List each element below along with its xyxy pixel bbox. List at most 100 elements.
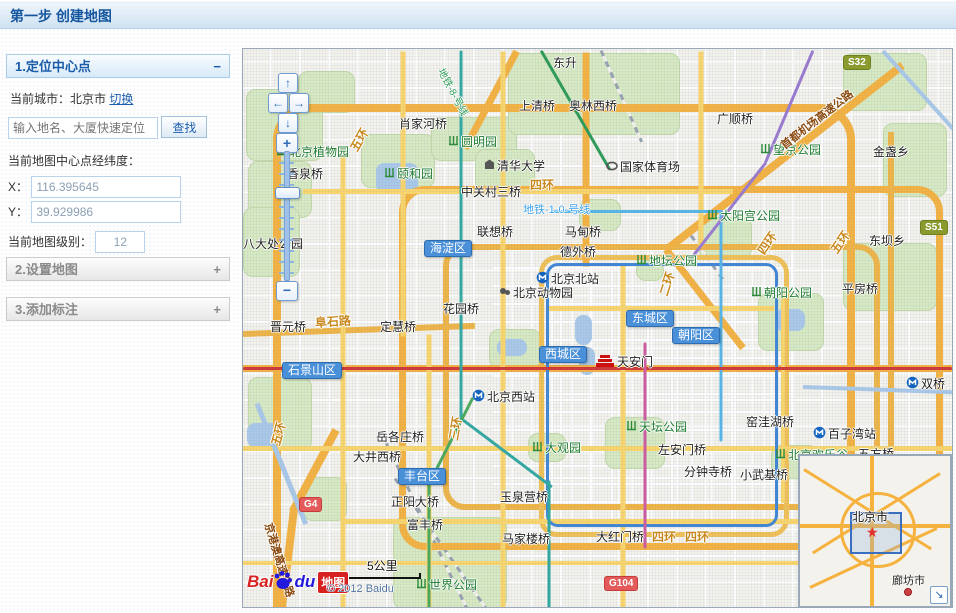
map-label-text: 窑洼湖桥 — [746, 416, 794, 429]
switch-city-link[interactable]: 切换 — [109, 92, 133, 106]
park-icon — [384, 167, 395, 181]
zoom-out-button[interactable]: − — [276, 281, 298, 301]
map-label-text: 丰台区 — [404, 470, 440, 483]
map-label-text: 天坛公园 — [639, 421, 687, 434]
stadium-icon — [606, 161, 618, 174]
map-label-text: 清华大学 — [497, 160, 545, 173]
search-input[interactable] — [8, 117, 158, 139]
map-label: S32 — [843, 55, 871, 70]
map-label: 石景山区 — [282, 362, 342, 379]
zoom-slider-handle[interactable] — [275, 187, 300, 199]
expand-icon[interactable]: + — [213, 298, 221, 322]
map-label-text: 正阳大桥 — [391, 496, 439, 509]
map-label-text: 奥林西桥 — [569, 100, 617, 113]
map-label: 晋元桥 — [270, 321, 306, 334]
section-map-settings[interactable]: 2.设置地图 + — [6, 257, 230, 281]
park-icon — [751, 286, 762, 300]
section-locate-center[interactable]: 1.定位中心点 − — [6, 54, 230, 78]
map-subway-line — [720, 212, 723, 442]
map-label-text: 广顺桥 — [717, 113, 753, 126]
map-label-text: 百子湾站 — [828, 428, 876, 441]
map-label-text: 马家楼桥 — [502, 533, 550, 546]
map-label: 朝阳公园 — [751, 286, 812, 300]
search-button[interactable]: 查找 — [161, 116, 207, 138]
map-label: 金盏乡 — [873, 146, 909, 159]
map-scale: 5公里 — [341, 557, 421, 579]
pan-left-button[interactable]: ← — [268, 93, 288, 113]
minimap-city-dot — [904, 588, 912, 596]
minimap-star-icon: ★ — [866, 524, 879, 541]
map-label-text: 双桥 — [921, 378, 945, 391]
map-label-text: 海淀区 — [430, 242, 466, 255]
minimap-collapse-button[interactable]: ↘ — [930, 586, 948, 604]
park-icon — [707, 209, 718, 223]
map-road — [699, 52, 704, 247]
sidebar: 1.定位中心点 − 当前城市：北京市 切换 查找 当前地图中心点经纬度： X： … — [0, 30, 240, 613]
map-label: 四环 — [685, 531, 709, 544]
zoom-slider-track[interactable] — [284, 151, 290, 281]
pan-down-button[interactable]: ↓ — [278, 113, 298, 133]
level-label: 当前地图级别： — [8, 235, 92, 249]
map-label-text: 马甸桥 — [565, 226, 601, 239]
zoo-icon — [499, 286, 511, 300]
metro-station-icon — [813, 426, 826, 442]
map-label-text: S32 — [848, 56, 866, 69]
scale-text: 5公里 — [367, 557, 421, 574]
pan-right-button[interactable]: → — [289, 93, 309, 113]
section-add-markers[interactable]: 3.添加标注 + — [6, 297, 230, 321]
x-input[interactable] — [31, 176, 181, 198]
map-label: 地铁-1-0-号线 — [523, 204, 590, 217]
park-icon — [775, 448, 786, 462]
map-label: 中关村三桥 — [461, 186, 521, 199]
map-label: 东坝乡 — [869, 235, 905, 248]
map-label: 富丰桥 — [407, 519, 443, 532]
map-label-text: 朝阳区 — [678, 329, 714, 342]
level-input[interactable] — [95, 231, 145, 253]
map-label: 地坛公园 — [636, 254, 697, 268]
map-label: 太阳宫公园 — [707, 209, 780, 223]
map-label: 德外桥 — [560, 246, 596, 259]
search-row: 查找 — [8, 116, 207, 139]
collapse-icon[interactable]: − — [213, 55, 221, 79]
map-label: 上清桥 — [519, 100, 555, 113]
expand-icon[interactable]: + — [213, 258, 221, 282]
park-icon — [760, 143, 771, 157]
current-city-value: 北京市 — [70, 92, 106, 106]
metro-station-icon — [536, 271, 549, 287]
map-label: 四环 — [530, 179, 554, 192]
map-viewport[interactable]: 东升上清桥奥林西桥肖家河桥广顺桥金盏乡东坝乡香泉桥中关村三桥联想桥马甸桥德外桥花… — [242, 48, 953, 608]
map-road — [401, 52, 406, 337]
map-label-text: 石景山区 — [288, 364, 336, 377]
zoom-in-button[interactable]: + — [276, 133, 298, 153]
map-label-text: 大井西桥 — [353, 451, 401, 464]
map-label: G4 — [299, 497, 322, 512]
scale-bar — [341, 577, 421, 579]
overview-map[interactable]: 北京市 ★ 廊坊市 ↘ — [798, 454, 952, 608]
map-label-text: 中关村三桥 — [461, 186, 521, 199]
map-label: 花园桥 — [443, 303, 479, 316]
map-label: 海淀区 — [424, 240, 472, 257]
map-label-text: 天安门 — [617, 356, 653, 369]
map-label: 大观园 — [532, 441, 581, 455]
y-input[interactable] — [31, 201, 181, 223]
map-label: 颐和园 — [384, 167, 433, 181]
map-pan-zoom-control: ↑ ← → ↓ + − — [255, 59, 315, 314]
pan-up-button[interactable]: ↑ — [278, 73, 298, 93]
section-title: 2.设置地图 — [15, 262, 78, 277]
map-label-text: 大观园 — [545, 442, 581, 455]
map-label-text: 北京北站 — [551, 273, 599, 286]
map-label: 东升 — [553, 57, 577, 70]
map-label-text: 东城区 — [632, 312, 668, 325]
map-label: 国家体育场 — [606, 161, 680, 174]
map-label: 世界公园 — [416, 578, 477, 592]
section-title: 3.添加标注 — [15, 302, 78, 317]
map-label-text: 岳各庄桥 — [376, 431, 424, 444]
baidu-paw-icon — [273, 569, 293, 596]
x-row: X： — [8, 176, 181, 198]
map-label: 大井西桥 — [353, 451, 401, 464]
map-label-text: 平房桥 — [842, 283, 878, 296]
map-label: G104 — [604, 576, 638, 591]
map-label: 东城区 — [626, 310, 674, 327]
map-label-text: 太阳宫公园 — [720, 210, 780, 223]
park-icon — [626, 420, 637, 434]
